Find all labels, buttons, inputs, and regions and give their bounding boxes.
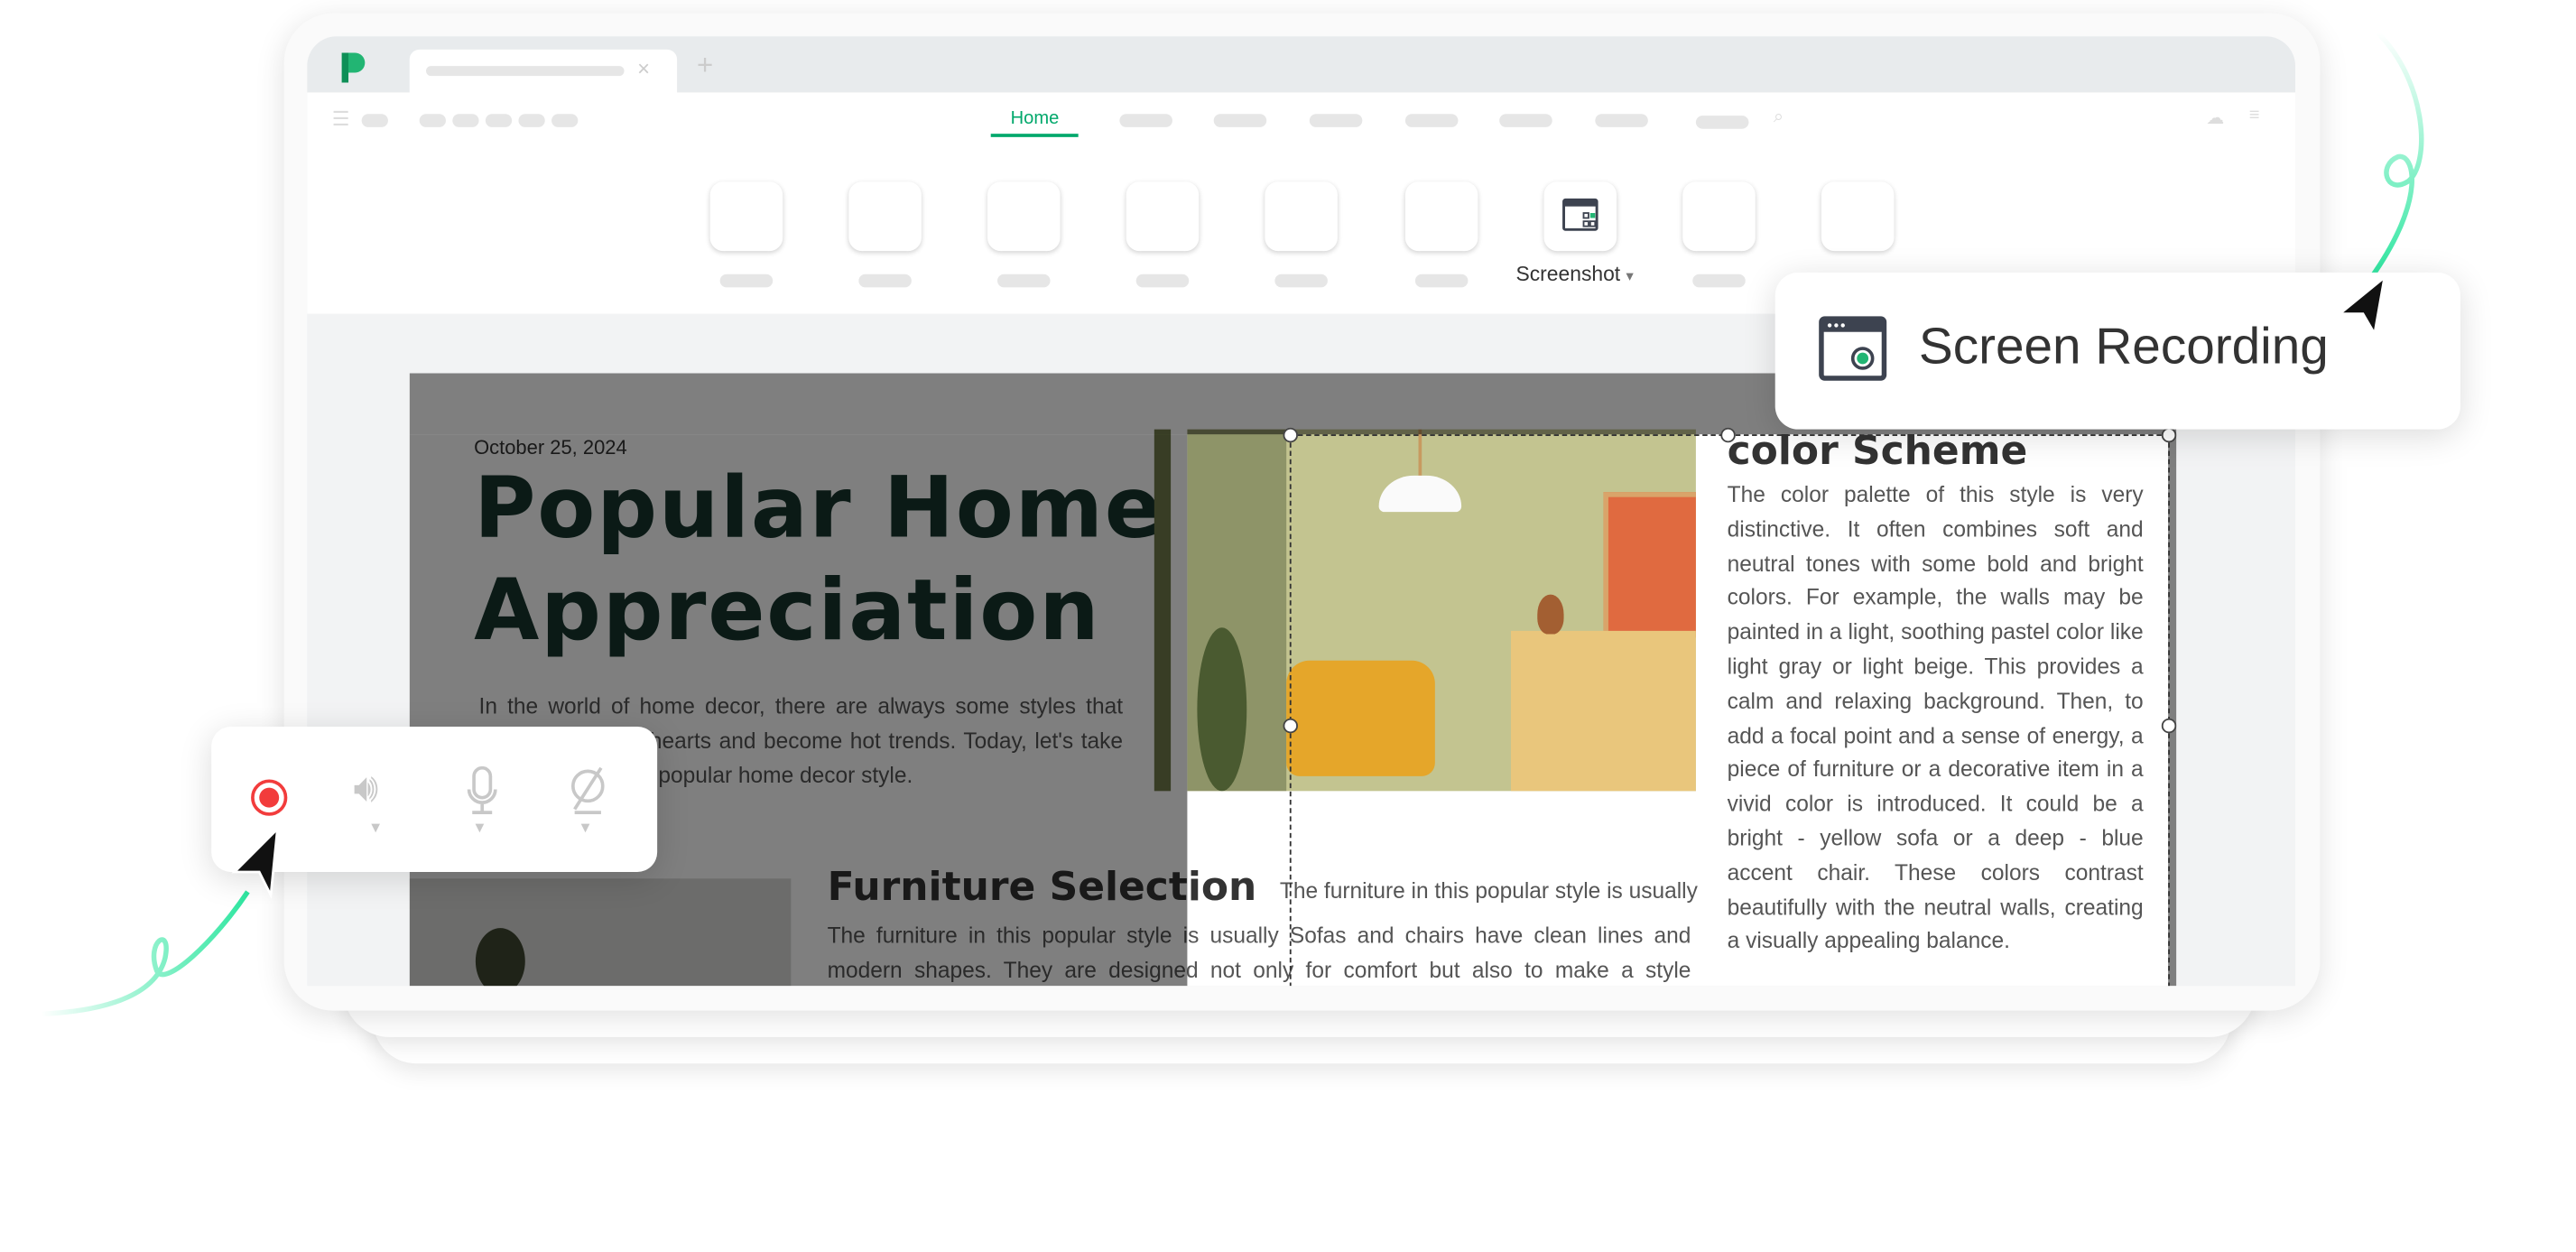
capture-selection[interactable] [1289, 434, 2170, 987]
ribbon-button[interactable] [1682, 181, 1756, 252]
document-tab[interactable]: × [409, 49, 678, 93]
ribbon-button[interactable] [1126, 181, 1200, 252]
screenshot-button[interactable] [1543, 181, 1617, 252]
new-tab-icon[interactable]: + [697, 50, 713, 83]
camera-off-icon[interactable] [568, 766, 607, 816]
tab-home[interactable]: Home [1011, 109, 1060, 129]
tab-placeholder[interactable] [1595, 114, 1648, 127]
resize-handle[interactable] [1283, 427, 1298, 443]
decorative-swirl-right [2368, 31, 2424, 279]
record-button[interactable] [251, 779, 288, 816]
ribbon-button[interactable] [987, 181, 1061, 252]
speaker-dropdown-icon[interactable]: ▼ [368, 819, 383, 835]
dropdown-arrow-icon[interactable]: ▾ [1626, 267, 1634, 283]
tab-bar: × + [307, 36, 2296, 93]
microphone-icon[interactable] [464, 765, 500, 816]
screenshot-label-text: Screenshot [1515, 262, 1621, 286]
tab-placeholder[interactable] [1499, 114, 1552, 127]
document-page: October 25, 2024 Popular Home Appreciati… [409, 373, 2177, 987]
microphone-dropdown-icon[interactable]: ▼ [472, 819, 486, 835]
tab-placeholder[interactable] [1119, 114, 1172, 127]
screenshot-label[interactable]: Screenshot ▾ [1515, 263, 1633, 286]
resize-handle[interactable] [1720, 427, 1736, 443]
ribbon-button[interactable] [848, 181, 922, 252]
menu-icon[interactable]: ☰ [332, 107, 350, 131]
screen-recording-label: Screen Recording [1918, 317, 2329, 376]
screenshot-icon [1562, 198, 1598, 231]
ribbon-button[interactable] [1265, 181, 1338, 252]
ribbon-button[interactable] [1404, 181, 1478, 252]
search-icon[interactable]: ⌕ [1774, 107, 1784, 129]
ribbon-button[interactable] [709, 181, 783, 252]
screen-recording-icon [1819, 316, 1887, 381]
speaker-icon[interactable]: 🔊︎ [354, 766, 379, 812]
resize-handle[interactable] [2161, 427, 2177, 443]
cursor-arrow-icon [231, 825, 280, 899]
app-logo-icon [341, 52, 366, 83]
ribbon-button[interactable] [1821, 181, 1895, 252]
resize-handle[interactable] [2161, 718, 2177, 734]
resize-handle[interactable] [1283, 718, 1298, 734]
tab-placeholder[interactable] [1309, 114, 1363, 127]
tab-placeholder[interactable] [1404, 114, 1459, 127]
close-tab-icon[interactable]: × [637, 56, 650, 80]
tab-placeholder[interactable] [1213, 114, 1267, 127]
camera-dropdown-icon[interactable]: ▼ [578, 819, 592, 835]
cloud-sync-icon[interactable]: ☁ [2206, 107, 2224, 129]
cursor-arrow-icon [2336, 274, 2386, 338]
collapse-icon[interactable]: ≡ [2249, 106, 2260, 125]
